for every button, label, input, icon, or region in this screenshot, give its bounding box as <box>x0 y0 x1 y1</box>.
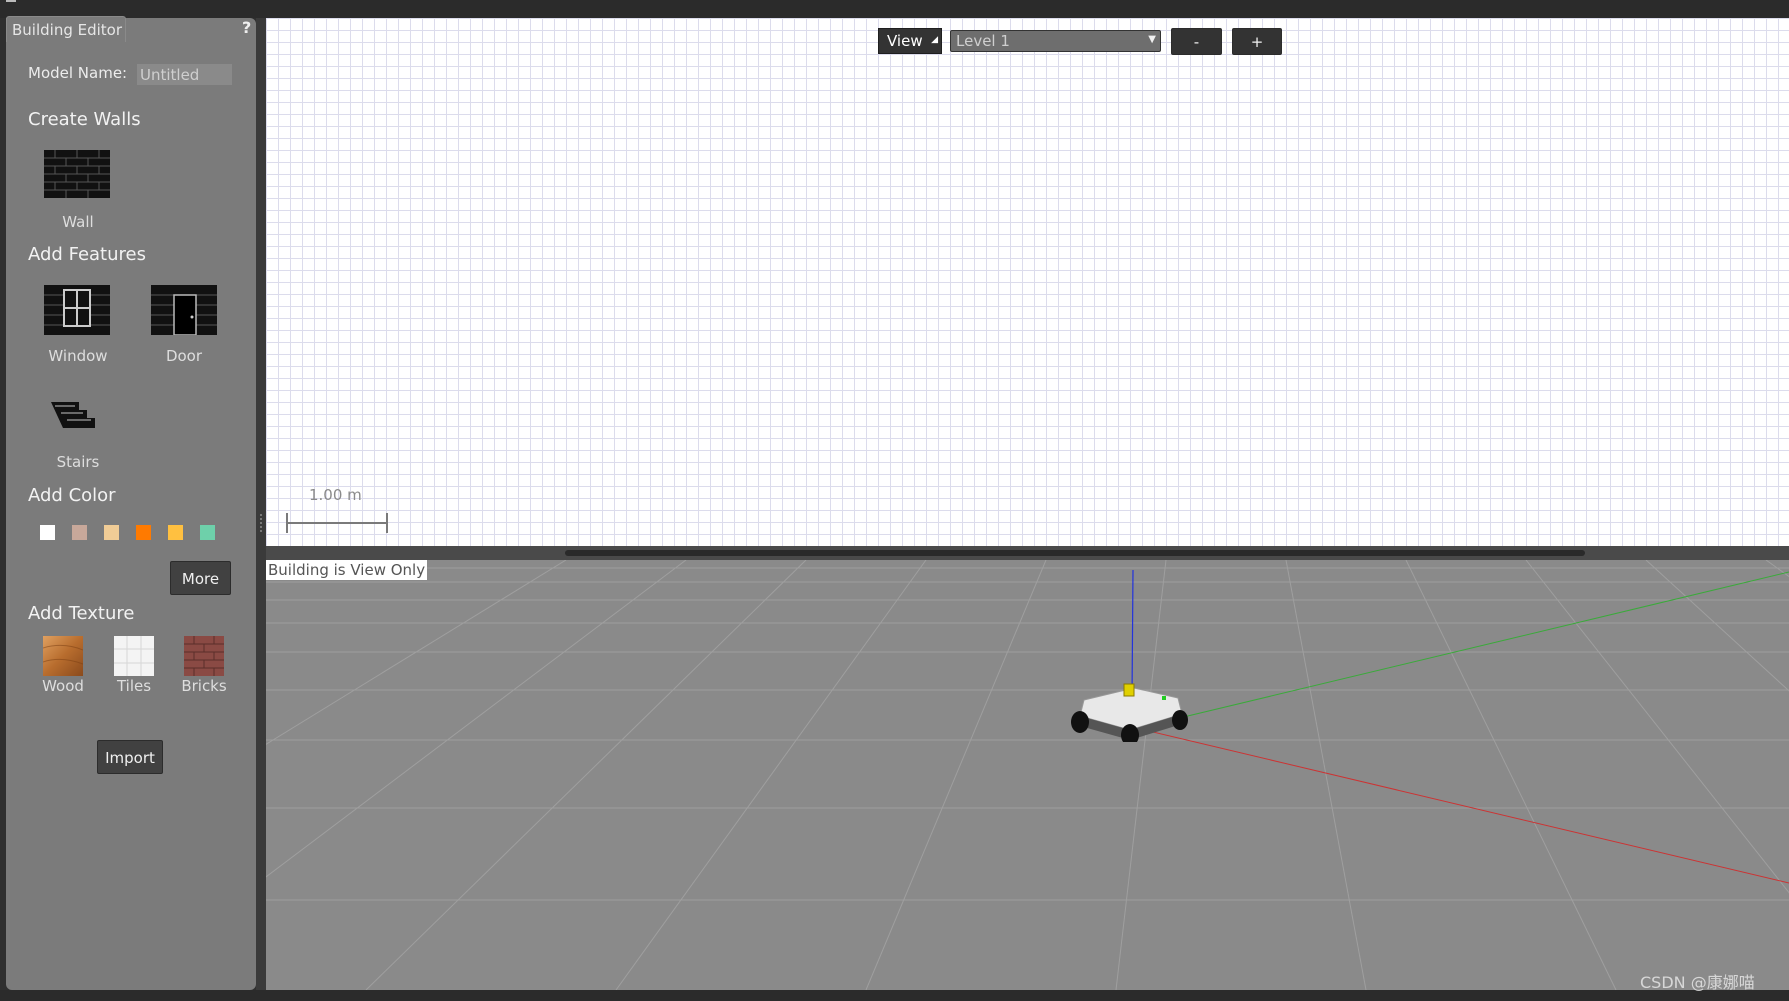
tiles-label: Tiles <box>116 677 152 695</box>
help-icon[interactable]: ? <box>242 18 251 37</box>
wood-texture-icon[interactable] <box>43 636 83 676</box>
bricks-texture-icon[interactable] <box>184 636 224 676</box>
create-walls-heading: Create Walls <box>28 109 141 130</box>
building-editor-tab[interactable]: Building Editor <box>6 16 126 42</box>
add-texture-heading: Add Texture <box>28 603 135 624</box>
add-features-heading: Add Features <box>28 244 146 265</box>
zoom-in-button[interactable]: + <box>1232 28 1282 55</box>
level-select-value: Level 1 <box>956 32 1010 50</box>
view-splitter[interactable] <box>266 546 1789 560</box>
watermark: CSDN @康娜喵 <box>1640 973 1755 992</box>
3d-viewport[interactable]: Building is View Only <box>266 560 1789 990</box>
door-icon[interactable] <box>151 285 217 335</box>
panel-splitter[interactable] <box>256 18 266 990</box>
wall-icon[interactable] <box>44 150 110 198</box>
chevron-down-icon: ◢ <box>931 35 938 45</box>
wood-label: Wood <box>42 677 84 695</box>
title-bar <box>0 0 1789 18</box>
tiles-texture-icon[interactable] <box>114 636 154 676</box>
building-2d-grid[interactable]: View ◢ Level 1 ▼ - + 1.00 m <box>266 18 1789 546</box>
zoom-out-button[interactable]: - <box>1171 28 1222 55</box>
model-name-label: Model Name: <box>28 64 128 82</box>
horizontal-scrollbar[interactable] <box>565 550 1585 556</box>
view-only-status: Building is View Only <box>266 560 428 580</box>
window-label: Window <box>48 347 108 365</box>
import-button[interactable]: Import <box>97 740 163 774</box>
bottom-bar <box>0 990 1789 1001</box>
view-dropdown[interactable]: View ◢ <box>878 28 942 54</box>
view-dropdown-label: View <box>887 32 923 50</box>
color-swatch[interactable] <box>72 525 87 540</box>
color-swatch[interactable] <box>200 525 215 540</box>
model-name-input[interactable] <box>137 64 232 85</box>
door-label: Door <box>165 347 203 365</box>
ground-grid <box>266 560 1789 990</box>
stairs-icon[interactable] <box>49 398 99 432</box>
color-swatch[interactable] <box>168 525 183 540</box>
color-swatch[interactable] <box>40 525 55 540</box>
stairs-label: Stairs <box>56 453 100 471</box>
more-colors-button[interactable]: More <box>170 561 231 595</box>
add-color-heading: Add Color <box>28 485 116 506</box>
color-swatch[interactable] <box>104 525 119 540</box>
scale-label: 1.00 m <box>309 486 362 504</box>
color-swatch[interactable] <box>136 525 151 540</box>
splitter-grip[interactable] <box>260 514 262 532</box>
chevron-down-icon: ▼ <box>1148 34 1156 45</box>
bricks-label: Bricks <box>181 677 227 695</box>
robot-car[interactable] <box>1066 672 1196 742</box>
window-icon[interactable] <box>44 285 110 335</box>
level-select[interactable]: Level 1 ▼ <box>950 30 1161 52</box>
wall-label: Wall <box>62 213 94 231</box>
menu-mark <box>6 0 16 2</box>
scale-bar <box>286 513 388 533</box>
